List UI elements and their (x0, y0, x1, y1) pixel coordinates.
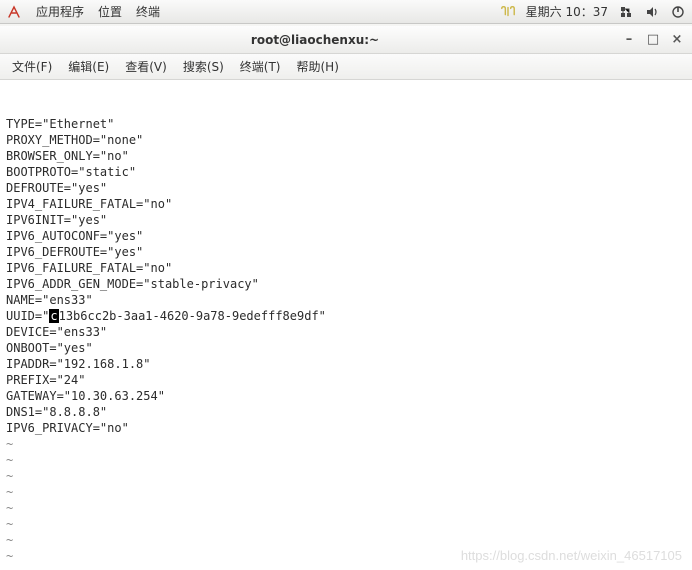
terminal-line: BROWSER_ONLY="no" (6, 148, 686, 164)
keyboard-icon[interactable] (500, 4, 516, 20)
terminal-line: DEVICE="ens33" (6, 324, 686, 340)
terminal-line: DNS1="8.8.8.8" (6, 404, 686, 420)
terminal-line: DEFROUTE="yes" (6, 180, 686, 196)
terminal-line: ~ (6, 468, 686, 484)
terminal-line: ~ (6, 452, 686, 468)
menubar: 文件(F) 编辑(E) 查看(V) 搜索(S) 终端(T) 帮助(H) (0, 54, 692, 80)
terminal-line: ~ (6, 516, 686, 532)
terminal-line: ~ (6, 500, 686, 516)
terminal-line: PREFIX="24" (6, 372, 686, 388)
menu-help[interactable]: 帮助(H) (291, 56, 345, 77)
terminal-line: TYPE="Ethernet" (6, 116, 686, 132)
power-icon[interactable] (670, 4, 686, 20)
menu-file[interactable]: 文件(F) (6, 56, 58, 77)
terminal-window: root@liaochenxu:~ – □ × 文件(F) 编辑(E) 查看(V… (0, 26, 692, 570)
terminal-line: ~ (6, 564, 686, 570)
menu-terminal[interactable]: 终端(T) (234, 56, 287, 77)
panel-terminal[interactable]: 终端 (136, 3, 160, 20)
window-title: root@liaochenxu:~ (8, 33, 622, 47)
terminal-line: GATEWAY="10.30.63.254" (6, 388, 686, 404)
terminal-line: IPV6_FAILURE_FATAL="no" (6, 260, 686, 276)
minimize-button[interactable]: – (622, 32, 636, 47)
titlebar: root@liaochenxu:~ – □ × (0, 26, 692, 54)
maximize-button[interactable]: □ (646, 32, 660, 47)
terminal-line: IPV4_FAILURE_FATAL="no" (6, 196, 686, 212)
terminal-line: ~ (6, 548, 686, 564)
terminal-line: IPV6_DEFROUTE="yes" (6, 244, 686, 260)
terminal-line: BOOTPROTO="static" (6, 164, 686, 180)
terminal-line: IPV6_PRIVACY="no" (6, 420, 686, 436)
terminal-line: PROXY_METHOD="none" (6, 132, 686, 148)
panel-right: 星期六 10：37 (500, 3, 686, 20)
terminal-line: ~ (6, 484, 686, 500)
terminal-line: IPV6INIT="yes" (6, 212, 686, 228)
panel-applications[interactable]: 应用程序 (36, 3, 84, 20)
network-icon[interactable] (618, 4, 634, 20)
terminal-line: ONBOOT="yes" (6, 340, 686, 356)
terminal-line: IPADDR="192.168.1.8" (6, 356, 686, 372)
close-button[interactable]: × (670, 32, 684, 47)
menu-view[interactable]: 查看(V) (119, 56, 173, 77)
terminal-line: IPV6_ADDR_GEN_MODE="stable-privacy" (6, 276, 686, 292)
system-panel: 应用程序 位置 终端 星期六 10：37 (0, 0, 692, 24)
terminal-line: ~ (6, 436, 686, 452)
terminal-line: ~ (6, 532, 686, 548)
menu-search[interactable]: 搜索(S) (177, 56, 230, 77)
terminal-line: UUID="c13b6cc2b-3aa1-4620-9a78-9edefff8e… (6, 308, 686, 324)
distro-icon[interactable] (6, 4, 22, 20)
terminal-line: NAME="ens33" (6, 292, 686, 308)
panel-places[interactable]: 位置 (98, 3, 122, 20)
cursor: c (49, 309, 58, 323)
volume-icon[interactable] (644, 4, 660, 20)
window-controls: – □ × (622, 32, 684, 47)
terminal-body[interactable]: TYPE="Ethernet"PROXY_METHOD="none"BROWSE… (0, 80, 692, 570)
menu-edit[interactable]: 编辑(E) (62, 56, 115, 77)
terminal-line: IPV6_AUTOCONF="yes" (6, 228, 686, 244)
clock[interactable]: 星期六 10：37 (526, 3, 608, 20)
panel-left: 应用程序 位置 终端 (6, 3, 160, 20)
